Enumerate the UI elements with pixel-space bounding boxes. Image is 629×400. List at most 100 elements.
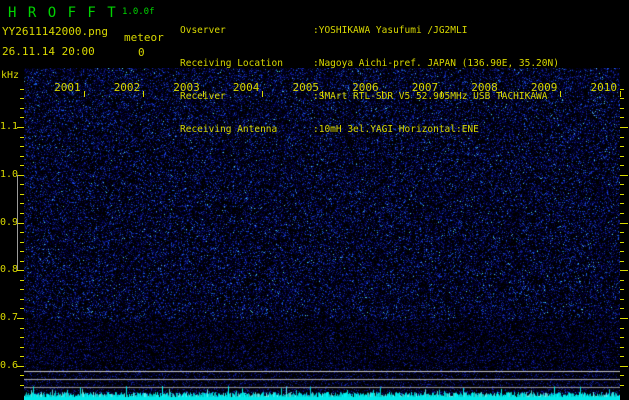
meteor-counter-label: meteor bbox=[124, 31, 164, 44]
freq-minor-tick bbox=[20, 251, 24, 252]
info-value: :10mH 3el.YAGI Horizontal:ENE bbox=[313, 124, 479, 135]
freq-minor-tick bbox=[20, 328, 24, 329]
freq-minor-tick bbox=[620, 137, 624, 138]
freq-major-tick bbox=[17, 318, 24, 319]
freq-major-tick bbox=[620, 366, 628, 367]
freq-minor-tick bbox=[20, 165, 24, 166]
freq-major-tick bbox=[620, 270, 628, 271]
info-row-antenna: Receiving Antenna:10mH 3el.YAGI Horizont… bbox=[180, 124, 559, 135]
time-tick-label: 2008 bbox=[464, 81, 498, 94]
freq-tick-label: 0.9 bbox=[0, 217, 17, 228]
freq-minor-tick bbox=[620, 156, 624, 157]
freq-major-tick bbox=[17, 223, 24, 224]
observer-info-block: Ovserver:YOSHIKAWA Yasufumi /JG2MLI Rece… bbox=[180, 3, 559, 157]
time-tick bbox=[262, 91, 263, 97]
freq-minor-tick bbox=[20, 117, 24, 118]
freq-minor-tick bbox=[20, 289, 24, 290]
freq-tick-label: 0.8 bbox=[0, 264, 17, 275]
freq-minor-tick bbox=[620, 289, 624, 290]
app-title: H R O F F T bbox=[8, 5, 117, 21]
time-tick bbox=[382, 91, 383, 97]
freq-minor-tick bbox=[620, 184, 624, 185]
time-tick bbox=[620, 91, 621, 97]
freq-minor-tick bbox=[620, 98, 624, 99]
freq-tick-label: 0.7 bbox=[0, 312, 17, 323]
timestamp: 26.11.14 20:00 bbox=[2, 45, 95, 58]
output-filename: YY2611142000.png bbox=[2, 25, 108, 38]
info-key: Receiving Antenna bbox=[180, 124, 313, 135]
freq-minor-tick bbox=[20, 308, 24, 309]
info-key: Receiving Location bbox=[180, 58, 313, 69]
freq-minor-tick bbox=[620, 203, 624, 204]
time-tick-label: 2002 bbox=[106, 81, 140, 94]
freq-minor-tick bbox=[20, 137, 24, 138]
freq-minor-tick bbox=[620, 337, 624, 338]
freq-minor-tick bbox=[620, 213, 624, 214]
freq-major-tick bbox=[17, 366, 24, 367]
freq-minor-tick bbox=[20, 261, 24, 262]
time-tick-label: 2010 bbox=[583, 81, 617, 94]
freq-minor-tick bbox=[20, 232, 24, 233]
freq-minor-tick bbox=[620, 146, 624, 147]
freq-minor-tick bbox=[20, 337, 24, 338]
time-tick-label: 2005 bbox=[285, 81, 319, 94]
time-tick-label: 2004 bbox=[225, 81, 259, 94]
freq-major-tick bbox=[620, 318, 628, 319]
freq-minor-tick bbox=[620, 356, 624, 357]
time-tick-label: 2006 bbox=[345, 81, 379, 94]
freq-major-tick bbox=[17, 175, 24, 176]
freq-minor-tick bbox=[620, 108, 624, 109]
freq-minor-tick bbox=[620, 251, 624, 252]
freq-minor-tick bbox=[20, 203, 24, 204]
meteor-count: 0 bbox=[138, 46, 145, 59]
freq-minor-tick bbox=[20, 194, 24, 195]
time-tick-label: 2009 bbox=[523, 81, 557, 94]
app-version: 1.0.0f bbox=[122, 7, 155, 17]
freq-tick-label: 1.0 bbox=[0, 169, 17, 180]
freq-minor-tick bbox=[20, 375, 24, 376]
freq-minor-tick bbox=[20, 356, 24, 357]
freq-minor-tick bbox=[20, 213, 24, 214]
freq-minor-tick bbox=[620, 328, 624, 329]
freq-minor-tick bbox=[620, 308, 624, 309]
time-tick bbox=[84, 91, 85, 97]
info-key: Ovserver bbox=[180, 25, 313, 36]
freq-tick-label: 1.1 bbox=[0, 121, 17, 132]
freq-major-tick bbox=[620, 127, 628, 128]
freq-minor-tick bbox=[620, 165, 624, 166]
time-tick bbox=[143, 91, 144, 97]
freq-major-tick bbox=[620, 223, 628, 224]
freq-major-tick bbox=[620, 175, 628, 176]
freq-minor-tick bbox=[20, 108, 24, 109]
freq-minor-tick bbox=[20, 299, 24, 300]
info-value: :Nagoya Aichi-pref. JAPAN (136.90E, 35.2… bbox=[313, 58, 559, 69]
time-tick-label: 2003 bbox=[166, 81, 200, 94]
freq-minor-tick bbox=[620, 232, 624, 233]
time-tick-label: 2001 bbox=[47, 81, 81, 94]
info-value: :YOSHIKAWA Yasufumi /JG2MLI bbox=[313, 25, 467, 36]
hrofft-window: H R O F F T 1.0.0f YY2611142000.png mete… bbox=[0, 0, 629, 400]
time-tick bbox=[441, 91, 442, 97]
freq-minor-tick bbox=[20, 184, 24, 185]
freq-minor-tick bbox=[20, 242, 24, 243]
time-tick-label: 2007 bbox=[404, 81, 438, 94]
counting-band-marker bbox=[17, 175, 18, 270]
freq-minor-tick bbox=[20, 98, 24, 99]
freq-minor-tick bbox=[620, 280, 624, 281]
time-tick bbox=[203, 91, 204, 97]
time-tick bbox=[501, 91, 502, 97]
freq-minor-tick bbox=[620, 347, 624, 348]
info-row-observer: Ovserver:YOSHIKAWA Yasufumi /JG2MLI bbox=[180, 25, 559, 36]
freq-major-tick bbox=[17, 270, 24, 271]
info-row-location: Receiving Location:Nagoya Aichi-pref. JA… bbox=[180, 58, 559, 69]
khz-axis-label: kHz bbox=[1, 70, 19, 81]
freq-minor-tick bbox=[20, 89, 24, 90]
freq-tick-label: 0.6 bbox=[0, 360, 17, 371]
freq-minor-tick bbox=[20, 146, 24, 147]
freq-minor-tick bbox=[20, 280, 24, 281]
freq-minor-tick bbox=[620, 385, 624, 386]
time-tick bbox=[560, 91, 561, 97]
freq-minor-tick bbox=[20, 347, 24, 348]
freq-minor-tick bbox=[620, 194, 624, 195]
freq-minor-tick bbox=[20, 385, 24, 386]
